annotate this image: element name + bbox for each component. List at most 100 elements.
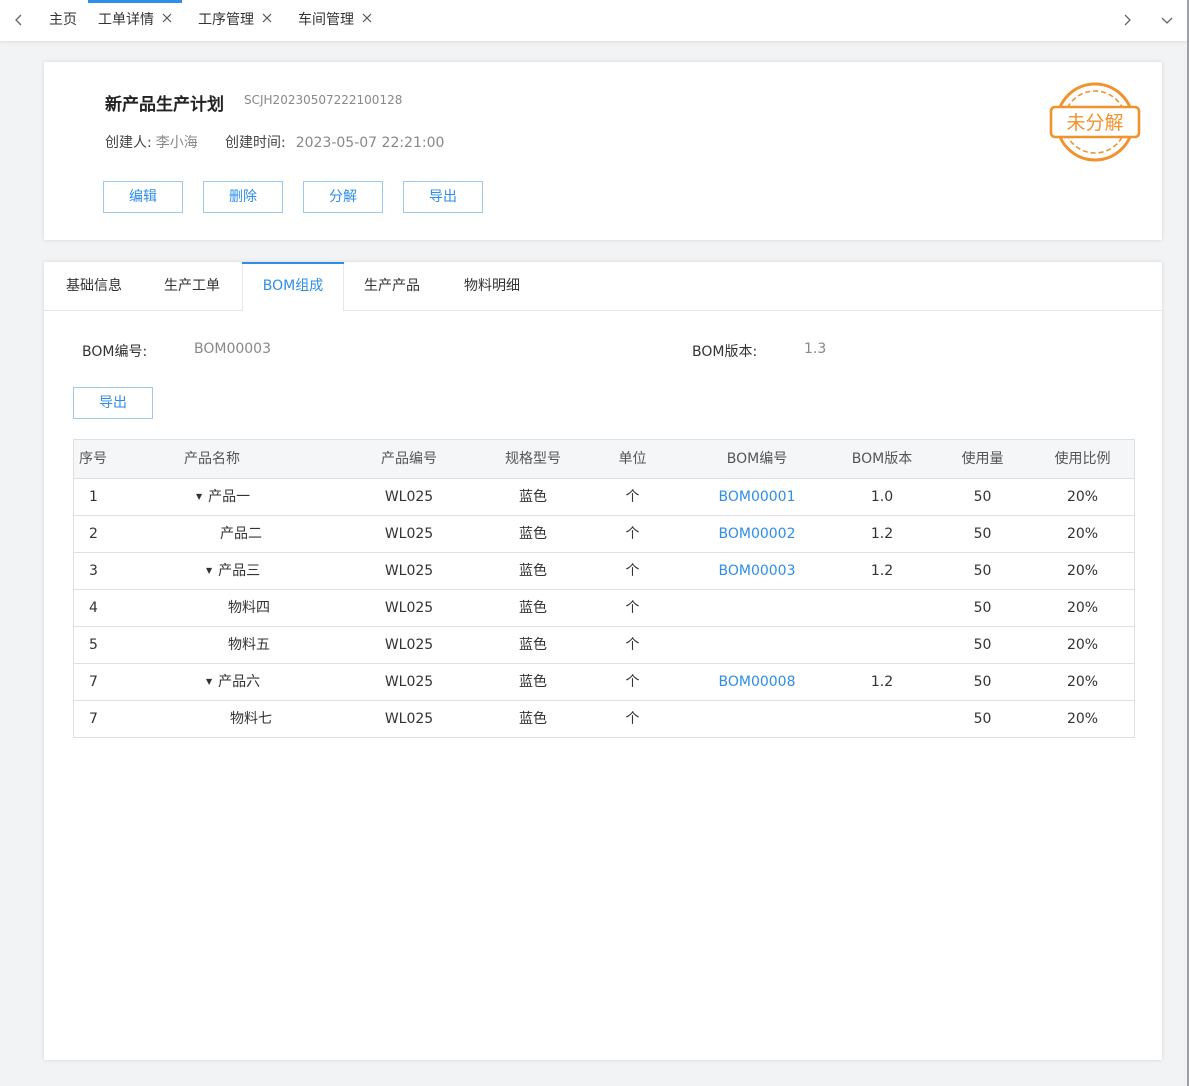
tab-work-orders[interactable]: 生产工单 <box>142 262 242 310</box>
caret-down-icon[interactable]: ▼ <box>206 553 212 589</box>
bom-no-label: BOM编号: <box>82 344 148 360</box>
page-title: 新产品生产计划 <box>105 95 224 115</box>
row-name-cell: ▼ 产品六 <box>184 664 366 700</box>
col-header-spec: 规格型号 <box>505 451 561 467</box>
row-index: 3 <box>89 563 98 579</box>
tab-label: 工单详情 <box>98 12 154 28</box>
row-qty: 50 <box>973 600 992 616</box>
tab-material-details[interactable]: 物料明细 <box>442 262 542 310</box>
caret-down-icon[interactable]: ▼ <box>206 664 212 700</box>
bom-table: 序号 产品名称 产品编号 规格型号 单位 BOM编号 BOM版本 使用量 使用比… <box>73 439 1135 738</box>
created-time-value: 2023-05-07 22:21:00 <box>295 135 445 151</box>
row-name: 产品三 <box>218 563 261 579</box>
caret-down-icon[interactable]: ▼ <box>196 479 202 515</box>
col-header-bom-version: BOM版本 <box>851 451 913 467</box>
row-unit: 个 <box>625 526 640 542</box>
row-bom-version: 1.2 <box>870 674 894 690</box>
tab-basic-info[interactable]: 基础信息 <box>44 262 144 310</box>
row-qty: 50 <box>973 563 992 579</box>
export-button[interactable]: 导出 <box>403 181 483 213</box>
col-header-code: 产品编号 <box>381 451 437 467</box>
close-icon[interactable] <box>262 13 272 23</box>
row-unit: 个 <box>625 563 640 579</box>
tab-label: 车间管理 <box>298 12 354 28</box>
row-bom-version: 1.0 <box>870 489 894 505</box>
chevron-left-icon[interactable] <box>11 12 27 28</box>
creator-field: 创建人: 李小海 <box>105 132 198 152</box>
row-qty: 50 <box>973 637 992 653</box>
edit-button[interactable]: 编辑 <box>103 181 183 213</box>
table-row[interactable]: 2 产品二 WL025 蓝色 个 BOM00002 1.2 50 20% <box>74 516 1134 553</box>
stamp-text: 未分解 <box>1066 112 1123 134</box>
row-index: 5 <box>89 637 98 653</box>
status-stamp: 未分解 <box>1049 82 1141 162</box>
row-bom-link[interactable] <box>704 627 810 663</box>
row-code: WL025 <box>384 600 434 616</box>
created-time-field: 创建时间: 2023-05-07 22:21:00 <box>225 132 444 152</box>
table-row[interactable]: 5 物料五 WL025 蓝色 个 50 20% <box>74 627 1134 664</box>
row-code: WL025 <box>384 674 434 690</box>
row-qty: 50 <box>973 526 992 542</box>
row-spec: 蓝色 <box>519 489 547 505</box>
table-row[interactable]: 1 ▼ 产品一 WL025 蓝色 个 BOM00001 1.0 50 20% <box>74 479 1134 516</box>
delete-button[interactable]: 删除 <box>203 181 283 213</box>
col-header-ratio: 使用比例 <box>1054 451 1111 467</box>
bom-export-button[interactable]: 导出 <box>73 387 153 419</box>
row-bom-version <box>829 627 935 663</box>
creator-label: 创建人: <box>105 135 152 151</box>
row-bom-version <box>829 701 935 737</box>
tab-label: 工序管理 <box>198 12 254 28</box>
row-index: 4 <box>89 600 98 616</box>
row-qty: 50 <box>973 674 992 690</box>
plan-header-card: 新产品生产计划 SCJH20230507222100128 创建人: 李小海 创建… <box>44 62 1162 240</box>
tab-products[interactable]: 生产产品 <box>342 262 442 310</box>
row-spec: 蓝色 <box>519 600 547 616</box>
chevron-right-icon[interactable] <box>1119 12 1135 28</box>
chevron-down-icon[interactable] <box>1159 12 1175 28</box>
row-bom-link[interactable]: BOM00008 <box>704 664 810 700</box>
row-bom-link[interactable]: BOM00002 <box>704 516 810 552</box>
close-icon[interactable] <box>162 13 172 23</box>
tab-label: 主页 <box>49 12 77 28</box>
row-bom-version <box>829 590 935 626</box>
row-bom-link[interactable]: BOM00003 <box>704 553 810 589</box>
row-index: 7 <box>89 674 98 690</box>
row-bom-version: 1.2 <box>870 563 894 579</box>
decompose-button[interactable]: 分解 <box>303 181 383 213</box>
row-bom-link[interactable] <box>704 701 810 737</box>
col-header-qty: 使用量 <box>961 451 1004 467</box>
col-header-unit: 单位 <box>618 451 647 467</box>
row-bom-link[interactable]: BOM00001 <box>704 479 810 515</box>
row-name: 产品六 <box>218 674 261 690</box>
row-spec: 蓝色 <box>519 637 547 653</box>
table-row[interactable]: 7 物料七 WL025 蓝色 个 50 20% <box>74 701 1134 738</box>
row-bom-version: 1.2 <box>870 526 894 542</box>
col-header-name: 产品名称 <box>184 451 240 467</box>
row-code: WL025 <box>384 711 434 727</box>
table-row[interactable]: 7 ▼ 产品六 WL025 蓝色 个 BOM00008 1.2 50 20% <box>74 664 1134 701</box>
row-unit: 个 <box>625 674 640 690</box>
row-bom-link[interactable] <box>704 590 810 626</box>
tab-process-management[interactable]: 工序管理 <box>198 0 272 41</box>
creator-value: 李小海 <box>155 135 198 151</box>
tab-work-order-detail[interactable]: 工单详情 <box>88 0 182 41</box>
close-icon[interactable] <box>362 13 372 23</box>
tab-workshop-management[interactable]: 车间管理 <box>298 0 372 41</box>
row-spec: 蓝色 <box>519 526 547 542</box>
table-row[interactable]: 4 物料四 WL025 蓝色 个 50 20% <box>74 590 1134 627</box>
row-index: 1 <box>89 489 98 505</box>
col-header-index: 序号 <box>79 451 107 467</box>
tab-bom[interactable]: BOM组成 <box>242 262 344 311</box>
row-spec: 蓝色 <box>519 711 547 727</box>
row-spec: 蓝色 <box>519 674 547 690</box>
table-header-row: 序号 产品名称 产品编号 规格型号 单位 BOM编号 BOM版本 使用量 使用比… <box>74 440 1134 479</box>
row-index: 2 <box>89 526 98 542</box>
table-row[interactable]: 3 ▼ 产品三 WL025 蓝色 个 BOM00003 1.2 50 20% <box>74 553 1134 590</box>
tab-home[interactable]: 主页 <box>49 0 77 41</box>
row-unit: 个 <box>625 600 640 616</box>
row-name: 产品一 <box>208 489 251 505</box>
detail-tabs: 基础信息 生产工单 BOM组成 生产产品 物料明细 <box>44 262 1162 311</box>
row-name-cell: ▼ 产品三 <box>184 553 366 589</box>
row-index: 7 <box>89 711 98 727</box>
row-ratio: 20% <box>1066 489 1099 505</box>
